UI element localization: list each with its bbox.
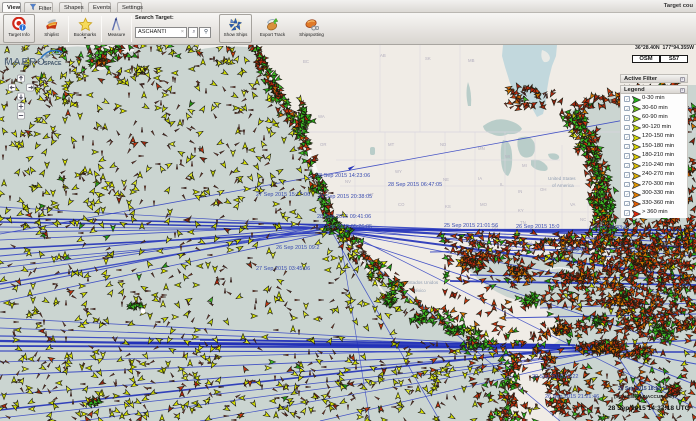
svg-text:BC: BC [303,59,309,64]
svg-text:20 Sep 2015 18:22: 20 Sep 2015 18:22 [532,374,579,380]
svg-text:27 Sep 2015 03:45:06: 27 Sep 2015 03:45:06 [256,266,310,272]
svg-text:AB: AB [380,53,386,58]
svg-text:26 Sep 2015 09:2: 26 Sep 2015 09:2 [276,245,319,251]
svg-text:(SCALEBAR INACCURATE): (SCALEBAR INACCURATE) [614,394,674,399]
svg-text:25 Sep 20: 25 Sep 20 [562,247,587,253]
svg-text:26 Sep 2015 18:12:16: 26 Sep 2015 18:12:16 [618,386,668,392]
svg-text:WA: WA [318,114,325,119]
svg-text:26 Sep 2015 21:21:46: 26 Sep 2015 21:21:46 [545,394,599,400]
svg-text:MB: MB [468,58,475,63]
svg-text:25 Sep 2015 21:01:56: 25 Sep 2015 21:01:56 [444,223,498,229]
svg-text:28 Sep 2015 09:41:06: 28 Sep 2015 09:41:06 [317,214,371,220]
svg-text:28 Sep 2015 06:47:05: 28 Sep 2015 06:47:05 [388,182,442,188]
svg-text:KY: KY [518,208,524,213]
svg-text:MT: MT [388,142,395,147]
svg-text:MAERO: MAERO [4,56,46,68]
svg-text:VA: VA [570,202,576,207]
svg-text:WY: WY [395,169,402,174]
svg-text:OH: OH [540,187,546,192]
svg-text:28 Sep 2015 20:38:05: 28 Sep 2015 20:38:05 [318,194,372,200]
svg-text:IN: IN [518,189,522,194]
svg-text:OR: OR [320,142,326,147]
svg-text:28 Sep 2015 14:23:06: 28 Sep 2015 14:23:06 [316,173,370,179]
svg-text:NC: NC [580,217,586,222]
svg-text:MO: MO [480,202,488,207]
svg-text:IA: IA [478,176,482,181]
svg-text:IL: IL [500,182,504,187]
svg-text:WI: WI [505,154,510,159]
svg-text:26 Sep 2015 15:0: 26 Sep 2015 15:0 [516,224,559,230]
svg-text:MI: MI [522,163,527,168]
svg-text:SPACE: SPACE [44,61,62,67]
svg-text:ND: ND [440,142,446,147]
svg-text:28 Sep 2015 14:37:18 UTC: 28 Sep 2015 14:37:18 UTC [608,405,690,412]
svg-text:of America: of America [552,183,574,188]
svg-text:Estados Unidos: Estados Unidos [406,280,439,285]
svg-text:SK: SK [425,56,431,61]
svg-text:United States: United States [548,176,576,181]
svg-text:NE: NE [443,177,449,182]
svg-text:NV: NV [345,179,351,184]
svg-text:CO: CO [398,202,405,207]
svg-text:28 Sep 2015 05:26:05: 28 Sep 2015 05:26:05 [318,224,372,230]
svg-text:KS: KS [445,204,451,209]
svg-text:27 Sep 2015 15:17:06: 27 Sep 2015 15:17:06 [256,192,310,198]
svg-text:p 2015 18:43:4: p 2015 18:43:4 [590,225,627,231]
